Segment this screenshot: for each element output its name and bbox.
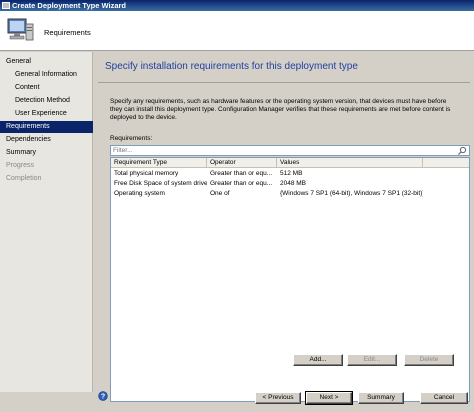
sidebar-item-completion: Completion: [6, 175, 42, 182]
summary-button[interactable]: Summary: [358, 392, 404, 404]
sidebar-item-general-information[interactable]: General Information: [0, 69, 93, 81]
filter-box[interactable]: [110, 145, 470, 156]
table-header: Requirement Type Operator Values: [111, 158, 469, 168]
sidebar-item-progress: Progress: [6, 162, 35, 169]
column-header-operator[interactable]: Operator: [207, 158, 277, 168]
window-titlebar[interactable]: Create Deployment Type Wizard: [0, 0, 474, 11]
delete-button: Delete: [404, 354, 454, 366]
cell-values: 2048 MB: [280, 180, 307, 187]
search-icon[interactable]: [457, 146, 467, 156]
edit-button: Edit...: [347, 354, 397, 366]
cell-values: {Windows 7 SP1 (64-bit), Windows 7 SP1 (…: [280, 190, 423, 197]
table-row[interactable]: Operating system One of {Windows 7 SP1 (…: [111, 189, 469, 199]
sidebar-item-user-experience[interactable]: User Experience: [0, 108, 93, 120]
sidebar-item-detection-method[interactable]: Detection Method: [0, 95, 93, 107]
filter-input[interactable]: [113, 146, 443, 155]
wizard-main-pane: Specify installation requirements for th…: [94, 52, 474, 402]
cell-values: 512 MB: [280, 170, 303, 177]
cell-requirement-type: Total physical memory: [114, 170, 179, 177]
cell-requirement-type: Operating system: [114, 190, 165, 197]
requirements-label: Requirements:: [110, 135, 153, 142]
cell-requirement-type: Free Disk Space of system drive: [114, 180, 207, 187]
banner-title: Requirements: [44, 28, 91, 37]
svg-text:?: ?: [101, 394, 105, 401]
heading-divider: [98, 82, 470, 83]
window-title: Create Deployment Type Wizard: [12, 1, 126, 10]
cell-operator: One of: [210, 190, 230, 197]
page-description: Specify any requirements, such as hardwa…: [110, 98, 451, 121]
table-row[interactable]: Total physical memory Greater than or eq…: [111, 169, 469, 179]
sidebar-item-general[interactable]: General: [0, 56, 93, 68]
sidebar-item-dependencies[interactable]: Dependencies: [0, 134, 93, 146]
help-icon[interactable]: ?: [98, 391, 108, 401]
app-icon: [2, 2, 10, 9]
sidebar-item-requirements[interactable]: Requirements: [0, 121, 93, 133]
column-header-requirement-type[interactable]: Requirement Type: [111, 158, 207, 168]
cancel-button[interactable]: Cancel: [420, 392, 468, 404]
computer-icon: [7, 18, 34, 41]
add-button[interactable]: Add...: [293, 354, 343, 366]
sidebar-item-summary[interactable]: Summary: [0, 147, 93, 159]
wizard-sidebar: General General Information Content Dete…: [0, 52, 93, 392]
cell-operator: Greater than or equ...: [210, 180, 273, 187]
column-header-values[interactable]: Values: [277, 158, 423, 168]
previous-button[interactable]: < Previous: [255, 392, 301, 404]
table-row[interactable]: Free Disk Space of system drive Greater …: [111, 179, 469, 189]
page-heading: Specify installation requirements for th…: [105, 61, 358, 72]
cell-operator: Greater than or equ...: [210, 170, 273, 177]
sidebar-item-content[interactable]: Content: [0, 82, 93, 94]
wizard-banner: Requirements: [0, 11, 474, 51]
next-button[interactable]: Next >: [305, 391, 353, 405]
